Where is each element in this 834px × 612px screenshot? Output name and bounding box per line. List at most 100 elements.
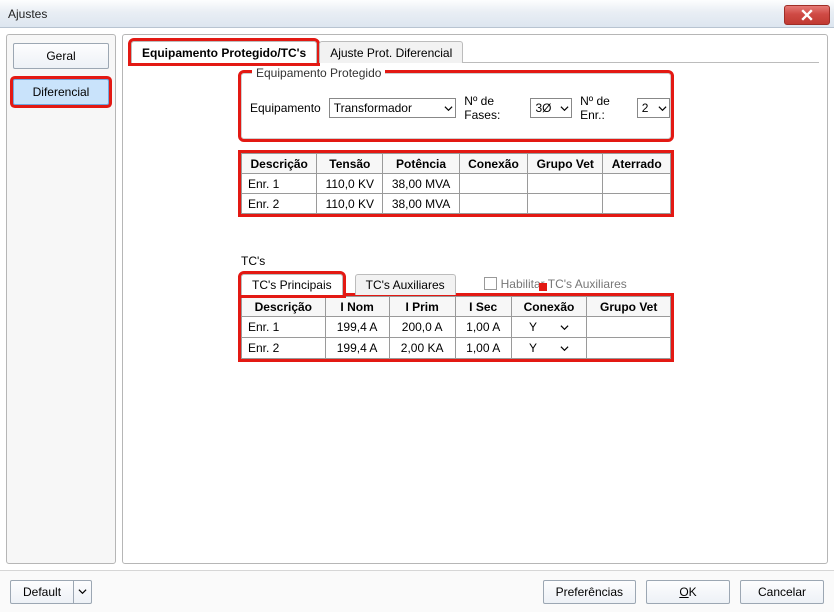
cell[interactable]: Y xyxy=(511,338,587,359)
equip-label: Equipamento xyxy=(250,101,321,115)
tc-table: Descrição I Nom I Prim I Sec Conexão Gru… xyxy=(241,296,671,359)
col-iprim: I Prim xyxy=(389,297,455,317)
tab-label: Equipamento Protegido/TC's xyxy=(142,46,306,60)
tab-equipamento[interactable]: Equipamento Protegido/TC's xyxy=(131,41,317,63)
equip-dropdown-value: Transformador xyxy=(334,101,412,115)
chevron-down-icon xyxy=(658,104,667,113)
cell[interactable]: 1,00 A xyxy=(455,317,511,338)
cell[interactable] xyxy=(459,194,527,214)
fases-label: Nº de Fases: xyxy=(464,94,522,122)
equipamento-area: Equipamento Protegido Equipamento Transf… xyxy=(241,73,819,214)
equipamento-groupbox: Equipamento Protegido Equipamento Transf… xyxy=(241,73,671,139)
cell[interactable] xyxy=(587,338,671,359)
table-row[interactable]: Enr. 1 199,4 A 200,0 A 1,00 A Y xyxy=(242,317,671,338)
col-descricao: Descrição xyxy=(242,297,326,317)
sub-tab-principais[interactable]: TC's Principais xyxy=(241,274,343,295)
fases-dropdown-value: 3Ø xyxy=(535,101,551,115)
enr-label: Nº de Enr.: xyxy=(580,94,629,122)
cell[interactable]: Enr. 2 xyxy=(242,194,317,214)
cell[interactable] xyxy=(587,317,671,338)
title-bar: Ajustes xyxy=(0,0,834,28)
content-panel: Equipamento Protegido/TC's Ajuste Prot. … xyxy=(122,34,828,564)
groupbox-legend: Equipamento Protegido xyxy=(252,66,385,80)
cell[interactable]: 2,00 KA xyxy=(389,338,455,359)
sidebar-item-label: Geral xyxy=(46,49,75,63)
cell[interactable]: 200,0 A xyxy=(389,317,455,338)
default-button[interactable]: Default xyxy=(10,580,74,604)
conexao-value: Y xyxy=(529,341,537,355)
cell[interactable]: 38,00 MVA xyxy=(383,174,460,194)
sidebar-item-geral[interactable]: Geral xyxy=(13,43,109,69)
preferencias-button[interactable]: Preferências xyxy=(543,580,636,604)
main-tabs: Equipamento Protegido/TC's Ajuste Prot. … xyxy=(131,39,819,63)
default-split-button[interactable]: Default xyxy=(10,580,92,604)
cell[interactable] xyxy=(603,174,671,194)
cell[interactable]: 110,0 KV xyxy=(317,194,383,214)
window-title: Ajustes xyxy=(8,7,47,21)
equip-table: Descrição Tensão Potência Conexão Grupo … xyxy=(241,153,671,214)
cell[interactable] xyxy=(459,174,527,194)
cell[interactable]: Y xyxy=(511,317,587,338)
sub-tab-label: TC's Auxiliares xyxy=(366,278,445,292)
cell[interactable]: 199,4 A xyxy=(325,317,389,338)
default-caret[interactable] xyxy=(74,580,92,604)
col-potencia: Potência xyxy=(383,154,460,174)
col-aterrado: Aterrado xyxy=(603,154,671,174)
button-label: Cancelar xyxy=(758,585,806,599)
enr-dropdown-value: 2 xyxy=(642,101,649,115)
col-conexao: Conexão xyxy=(511,297,587,317)
col-conexao: Conexão xyxy=(459,154,527,174)
conexao-dropdown[interactable]: Y xyxy=(527,319,571,335)
sidebar: Geral Diferencial xyxy=(6,34,116,564)
cell[interactable]: Enr. 1 xyxy=(242,174,317,194)
table-row[interactable]: Enr. 2 110,0 KV 38,00 MVA xyxy=(242,194,671,214)
button-label: Preferências xyxy=(556,585,623,599)
table-header-row: Descrição I Nom I Prim I Sec Conexão Gru… xyxy=(242,297,671,317)
close-icon xyxy=(801,9,813,21)
chevron-down-icon xyxy=(444,104,453,113)
cell[interactable]: Enr. 1 xyxy=(242,317,326,338)
chevron-down-icon xyxy=(78,587,87,596)
button-label: OK xyxy=(679,585,696,599)
cell[interactable] xyxy=(603,194,671,214)
table-row[interactable]: Enr. 1 110,0 KV 38,00 MVA xyxy=(242,174,671,194)
table-row[interactable]: Enr. 2 199,4 A 2,00 KA 1,00 A Y xyxy=(242,338,671,359)
ok-button[interactable]: OK xyxy=(646,580,730,604)
cell[interactable]: 38,00 MVA xyxy=(383,194,460,214)
cell[interactable]: 110,0 KV xyxy=(317,174,383,194)
col-grupovet: Grupo Vet xyxy=(528,154,603,174)
checkbox-icon xyxy=(484,277,497,290)
equip-field-row: Equipamento Transformador Nº de Fases: 3… xyxy=(250,94,670,122)
sub-tab-label: TC's Principais xyxy=(252,278,332,292)
button-label: Default xyxy=(23,585,61,599)
col-descricao: Descrição xyxy=(242,154,317,174)
equip-dropdown[interactable]: Transformador xyxy=(329,98,457,118)
sidebar-item-diferencial[interactable]: Diferencial xyxy=(13,79,109,105)
cell[interactable] xyxy=(528,174,603,194)
checkbox-label: Habilitar TC's Auxiliares xyxy=(501,277,627,291)
conexao-dropdown[interactable]: Y xyxy=(527,340,571,356)
work-area: Geral Diferencial Equipamento Protegido/… xyxy=(0,28,834,570)
chevron-down-icon xyxy=(560,104,569,113)
habilitar-tc-aux[interactable]: Habilitar TC's Auxiliares xyxy=(484,277,627,291)
cancelar-button[interactable]: Cancelar xyxy=(740,580,824,604)
chevron-down-icon xyxy=(560,344,569,353)
tc-sub-tabs: TC's Principais TC's Auxiliares Habilita… xyxy=(241,272,671,296)
tab-ajuste-diferencial[interactable]: Ajuste Prot. Diferencial xyxy=(319,41,463,63)
bottom-bar: Default Preferências OK Cancelar xyxy=(0,570,834,612)
chevron-down-icon xyxy=(560,323,569,332)
conexao-value: Y xyxy=(529,320,537,334)
cell[interactable]: 199,4 A xyxy=(325,338,389,359)
cell[interactable]: 1,00 A xyxy=(455,338,511,359)
cell[interactable] xyxy=(528,194,603,214)
tc-section: TC's TC's Principais TC's Auxiliares Hab… xyxy=(241,254,671,359)
col-grupovet: Grupo Vet xyxy=(587,297,671,317)
tab-label: Ajuste Prot. Diferencial xyxy=(330,46,452,60)
right-buttons: Preferências OK Cancelar xyxy=(543,580,824,604)
enr-dropdown[interactable]: 2 xyxy=(637,98,670,118)
table-header-row: Descrição Tensão Potência Conexão Grupo … xyxy=(242,154,671,174)
cell[interactable]: Enr. 2 xyxy=(242,338,326,359)
sub-tab-auxiliares[interactable]: TC's Auxiliares xyxy=(355,274,456,295)
close-button[interactable] xyxy=(784,5,830,25)
fases-dropdown[interactable]: 3Ø xyxy=(530,98,572,118)
